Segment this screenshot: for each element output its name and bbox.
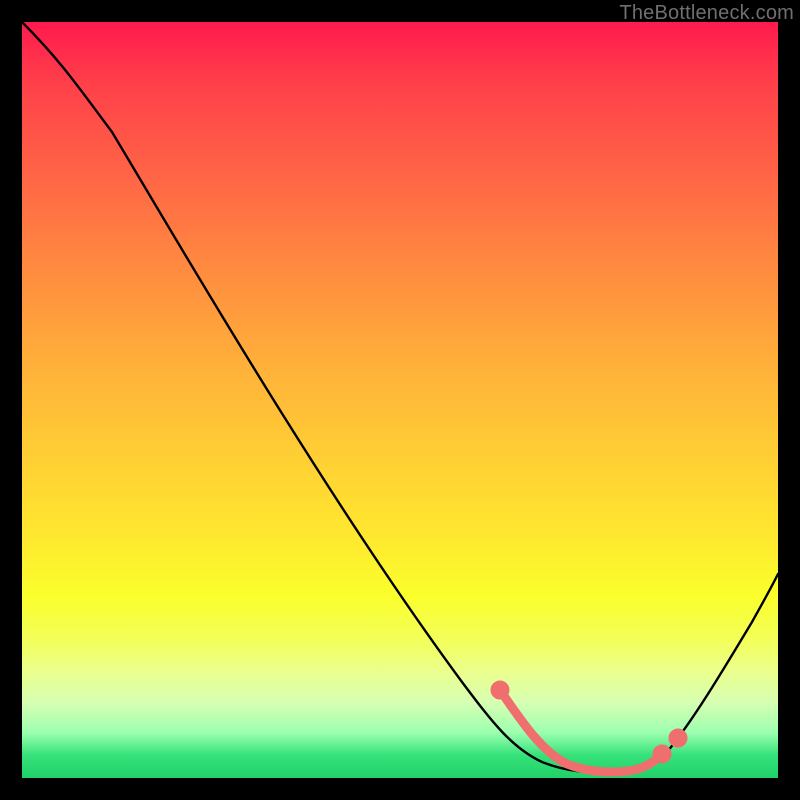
watermark-text: TheBottleneck.com <box>619 2 794 25</box>
chart-frame: TheBottleneck.com <box>0 0 800 800</box>
bottleneck-curve <box>22 22 778 778</box>
plot-area <box>22 22 778 778</box>
highlight-segment <box>495 685 683 772</box>
curve-path <box>22 22 778 773</box>
